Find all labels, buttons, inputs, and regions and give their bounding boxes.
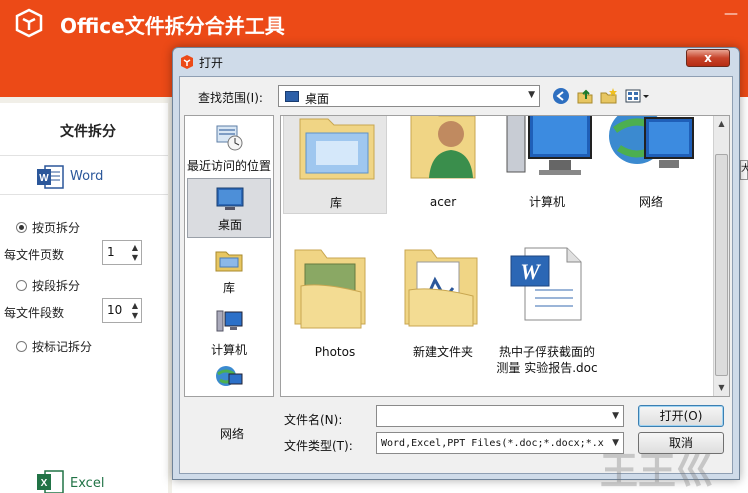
radio-by-section-label[interactable]: 按段拆分	[32, 277, 80, 294]
word-doc-icon: W	[510, 247, 582, 321]
desktop-icon	[216, 187, 244, 210]
watermark-logo: 王王巛	[600, 449, 715, 493]
word-label: Word	[70, 169, 104, 184]
section-title: 文件拆分	[60, 124, 116, 140]
filetype-value: Word,Excel,PPT Files(*.doc;*.docx;*.x	[381, 438, 604, 449]
file-label: acer	[429, 195, 457, 209]
app-title: Office文件拆分合并工具	[60, 14, 285, 38]
vertical-scrollbar[interactable]: ▲ ▼	[713, 116, 729, 396]
network-icon	[216, 366, 243, 386]
scroll-up-icon[interactable]: ▲	[714, 116, 729, 132]
svg-text:W: W	[520, 259, 541, 284]
place-label: 库	[222, 281, 235, 295]
svg-text:W: W	[39, 173, 49, 184]
place-label: 计算机	[210, 343, 247, 357]
radio-by-section[interactable]	[16, 280, 27, 291]
split-panel: 文件拆分 W Word 按页拆分 每文件页数 1 ▲ ▼ 按段拆分 每文件段数 1…	[0, 97, 168, 493]
dialog-app-icon	[181, 55, 193, 69]
look-in-label: 查找范围(I):	[198, 91, 263, 105]
radio-by-bookmark[interactable]	[16, 341, 27, 352]
libraries-icon	[215, 251, 243, 272]
filetype-dropdown[interactable]: Word,Excel,PPT Files(*.doc;*.docx;*.x ▼	[376, 432, 624, 454]
sections-per-file-value: 10	[107, 303, 123, 317]
filename-label: 文件名(N):	[284, 413, 343, 427]
file-item-libraries[interactable]: 库	[283, 116, 387, 214]
panel-divider	[0, 97, 168, 103]
app-window: Office文件拆分合并工具 — 文件拆分 W Word 按页拆分 每文件页数 …	[0, 0, 748, 493]
radio-by-page[interactable]	[16, 222, 27, 233]
minimize-button[interactable]: —	[724, 6, 738, 22]
new-folder-icon[interactable]	[600, 87, 618, 105]
computer-icon	[216, 310, 243, 332]
desktop-icon	[285, 91, 299, 102]
chevron-down-icon[interactable]: ▼	[612, 411, 619, 421]
look-in-value: 桌面	[305, 92, 330, 106]
excel-icon[interactable]: X	[36, 470, 64, 493]
scroll-thumb[interactable]	[715, 154, 728, 376]
pages-per-file-value: 1	[107, 245, 115, 259]
file-item-network[interactable]: 网络	[599, 116, 703, 214]
word-icon: W	[37, 165, 64, 189]
file-label: 网络	[638, 195, 663, 209]
user-folder-icon	[410, 116, 476, 179]
sections-per-file-label: 每文件段数	[4, 306, 65, 320]
view-menu-icon[interactable]	[624, 87, 652, 105]
place-label: 最近访问的位置	[187, 159, 272, 173]
file-list: 库 acer 计算机 网络 Photos 新建文件夹 W 热中子俘获截面的 测量…	[280, 115, 730, 397]
svg-text:X: X	[41, 478, 48, 489]
radio-by-page-label[interactable]: 按页拆分	[32, 219, 80, 236]
radio-by-bookmark-label[interactable]: 按标记拆分	[32, 338, 92, 355]
pages-per-file-stepper[interactable]: 1 ▲ ▼	[102, 240, 142, 265]
sections-per-file-stepper[interactable]: 10 ▲ ▼	[102, 298, 142, 323]
file-label: 计算机	[528, 195, 565, 209]
dialog-body: 查找范围(I): 桌面 ▼ 最近访问的位置 桌面 库 计算机 网络 库 acer…	[179, 76, 733, 474]
file-label: Photos	[314, 345, 356, 359]
place-label: 桌面	[217, 218, 242, 232]
excel-label[interactable]: Excel	[70, 476, 104, 491]
file-item-acer[interactable]: acer	[391, 116, 495, 214]
dialog-title: 打开	[199, 56, 224, 70]
recent-places-icon	[216, 125, 243, 151]
place-desktop[interactable]: 桌面	[187, 178, 271, 238]
file-label: 新建文件夹	[412, 345, 473, 359]
file-label: 库	[329, 196, 342, 210]
file-item-computer[interactable]: 计算机	[495, 116, 599, 214]
look-in-dropdown[interactable]: 桌面 ▼	[278, 85, 540, 107]
filename-input[interactable]: ▼	[376, 405, 624, 427]
file-item-photos[interactable]: Photos	[283, 236, 387, 386]
open-button[interactable]: 打开(O)	[638, 405, 724, 427]
right-edge-text: 大	[740, 160, 748, 180]
stepper-arrows-icon[interactable]: ▲ ▼	[132, 301, 138, 321]
libraries-folder-icon	[299, 118, 375, 180]
back-icon[interactable]	[552, 87, 570, 105]
place-computer[interactable]: 计算机	[187, 302, 271, 362]
stepper-arrows-icon[interactable]: ▲ ▼	[132, 243, 138, 263]
file-label: 热中子俘获截面的 测量 实验报告.doc	[496, 345, 598, 375]
word-tab[interactable]: W Word	[0, 155, 168, 195]
place-network[interactable]	[187, 364, 271, 396]
scroll-down-icon[interactable]: ▼	[714, 380, 729, 396]
place-recent[interactable]: 最近访问的位置	[187, 118, 271, 178]
up-folder-icon[interactable]	[576, 87, 594, 105]
close-button[interactable]: x	[686, 49, 730, 67]
network-icon	[609, 116, 694, 168]
places-bar: 最近访问的位置 桌面 库 计算机	[184, 115, 274, 397]
open-file-dialog: 打开 x 查找范围(I): 桌面 ▼ 最近访问的位置 桌面 库 计算机 网络 库…	[172, 47, 740, 480]
pages-per-file-label: 每文件页数	[4, 248, 65, 262]
folder-icon	[294, 249, 366, 329]
file-item-doc[interactable]: W 热中子俘获截面的 测量 实验报告.doc	[495, 236, 599, 386]
folder-icon	[404, 249, 478, 327]
place-libraries[interactable]: 库	[187, 240, 271, 300]
place-network-label[interactable]: 网络	[220, 425, 244, 442]
file-item-new-folder[interactable]: 新建文件夹	[391, 236, 495, 386]
chevron-down-icon[interactable]: ▼	[528, 90, 535, 100]
computer-icon	[506, 116, 592, 175]
app-logo-icon	[15, 8, 43, 38]
filetype-label: 文件类型(T):	[284, 439, 353, 453]
